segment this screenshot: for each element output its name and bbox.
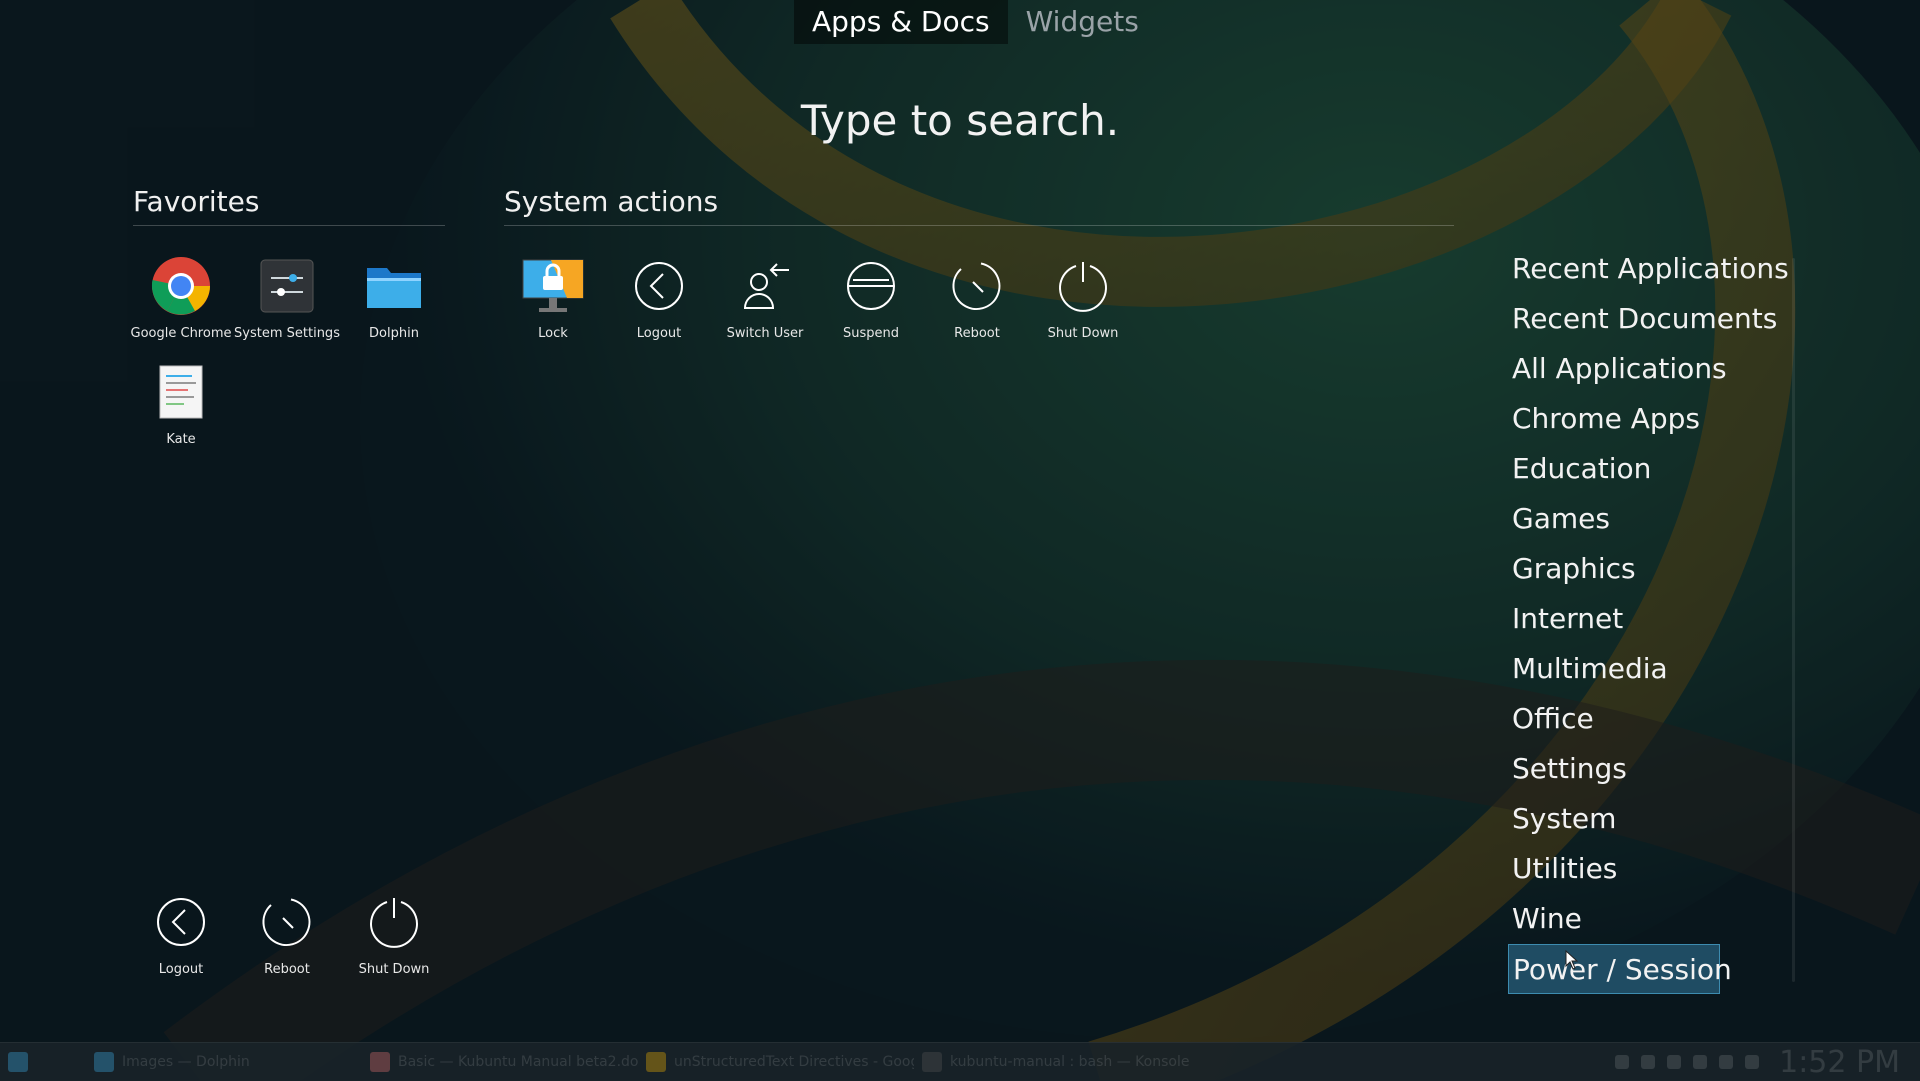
reboot-icon: [255, 890, 319, 954]
chrome-icon: [646, 1052, 666, 1072]
category-office[interactable]: Office: [1508, 694, 1748, 744]
battery-icon[interactable]: [1667, 1055, 1682, 1069]
settings-icon: [255, 254, 319, 318]
tab-widgets[interactable]: Widgets: [1008, 0, 1157, 44]
action-switch-user[interactable]: Switch User: [712, 254, 818, 341]
action-logout[interactable]: Logout: [606, 254, 712, 341]
action-reboot[interactable]: Reboot: [924, 254, 1030, 341]
bottom-shut-down-button[interactable]: Shut Down: [341, 890, 447, 977]
system-actions-divider: [504, 225, 1454, 226]
network-icon[interactable]: [1615, 1055, 1630, 1069]
category-wine[interactable]: Wine: [1508, 894, 1748, 944]
application-launcher-button[interactable]: [0, 1047, 86, 1077]
reboot-icon: [945, 254, 1009, 318]
bottom-action-label: Logout: [158, 962, 204, 977]
favorite-label: Kate: [166, 432, 196, 447]
power-icon: [362, 890, 426, 954]
action-lock[interactable]: Lock: [500, 254, 606, 341]
action-label: Suspend: [842, 326, 899, 341]
bottom-action-label: Shut Down: [358, 962, 430, 977]
action-label: Switch User: [726, 326, 804, 341]
category-power-session[interactable]: Power / Session: [1508, 944, 1732, 994]
category-multimedia[interactable]: Multimedia: [1508, 644, 1748, 694]
favorite-kate[interactable]: Kate: [128, 360, 234, 447]
folder-icon: [362, 254, 426, 318]
document-icon: [370, 1052, 390, 1072]
action-label: Lock: [538, 326, 568, 341]
action-label: Shut Down: [1047, 326, 1119, 341]
taskbar-window-dolphin[interactable]: Images — Dolphin: [86, 1047, 362, 1077]
taskbar-window-title: kubuntu-manual : bash — Konsole: [950, 1054, 1190, 1070]
clock[interactable]: 1:52 PM: [1779, 1045, 1900, 1080]
category-list: Recent Applications Recent Documents All…: [1508, 244, 1789, 994]
favorites-title: Favorites: [133, 185, 260, 218]
category-recent-applications[interactable]: Recent Applications: [1508, 244, 1789, 294]
system-tray: 1:52 PM: [1615, 1043, 1900, 1081]
category-settings[interactable]: Settings: [1508, 744, 1748, 794]
taskbar-window-writer[interactable]: Basic — Kubuntu Manual beta2.do: [362, 1047, 638, 1077]
action-shut-down[interactable]: Shut Down: [1030, 254, 1136, 341]
lock-screen-icon: [521, 254, 585, 318]
category-graphics[interactable]: Graphics: [1508, 544, 1748, 594]
favorite-system-settings[interactable]: System Settings: [234, 254, 340, 341]
favorite-label: Dolphin: [369, 326, 419, 341]
clipboard-icon[interactable]: [1693, 1055, 1708, 1069]
logout-icon: [149, 890, 213, 954]
mouse-cursor-icon: [1565, 949, 1579, 974]
taskbar-window-title: Basic — Kubuntu Manual beta2.do: [398, 1054, 638, 1070]
power-icon: [1051, 254, 1115, 318]
category-recent-documents[interactable]: Recent Documents: [1508, 294, 1777, 344]
action-label: Logout: [636, 326, 682, 341]
suspend-icon: [839, 254, 903, 318]
favorites-divider: [133, 225, 445, 226]
taskbar-window-title: unStructuredText Directives - Goog: [674, 1054, 914, 1070]
favorite-dolphin[interactable]: Dolphin: [341, 254, 447, 341]
action-label: Reboot: [954, 326, 1000, 341]
kde-launcher-icon: [8, 1052, 28, 1072]
folder-icon: [94, 1052, 114, 1072]
favorite-label: Google Chrome: [130, 326, 232, 341]
switch-user-icon: [733, 254, 797, 318]
volume-icon[interactable]: [1719, 1055, 1734, 1069]
category-games[interactable]: Games: [1508, 494, 1748, 544]
category-scrollbar[interactable]: [1792, 258, 1795, 982]
favorite-label: System Settings: [234, 326, 340, 341]
bottom-action-label: Reboot: [264, 962, 310, 977]
text-editor-icon: [149, 360, 213, 424]
taskbar-window-konsole[interactable]: kubuntu-manual : bash — Konsole: [914, 1047, 1190, 1077]
action-suspend[interactable]: Suspend: [818, 254, 924, 341]
taskbar-window-chrome[interactable]: unStructuredText Directives - Goog: [638, 1047, 914, 1077]
search-hint: Type to search.: [800, 96, 1120, 145]
category-chrome-apps[interactable]: Chrome Apps: [1508, 394, 1748, 444]
favorite-google-chrome[interactable]: Google Chrome: [128, 254, 234, 341]
chrome-icon: [149, 254, 213, 318]
system-actions-title: System actions: [504, 185, 719, 218]
tab-apps-docs[interactable]: Apps & Docs: [794, 0, 1008, 44]
logout-icon: [627, 254, 691, 318]
category-utilities[interactable]: Utilities: [1508, 844, 1748, 894]
category-education[interactable]: Education: [1508, 444, 1748, 494]
bluetooth-icon[interactable]: [1641, 1055, 1656, 1069]
taskbar: Images — Dolphin Basic — Kubuntu Manual …: [0, 1042, 1920, 1081]
bottom-reboot-button[interactable]: Reboot: [234, 890, 340, 977]
category-all-applications[interactable]: All Applications: [1508, 344, 1748, 394]
taskbar-window-title: Images — Dolphin: [122, 1054, 250, 1070]
terminal-icon: [922, 1052, 942, 1072]
launcher-tabs: Apps & Docs Widgets: [794, 0, 1157, 44]
chevron-up-icon[interactable]: [1745, 1055, 1760, 1069]
category-internet[interactable]: Internet: [1508, 594, 1748, 644]
category-system[interactable]: System: [1508, 794, 1748, 844]
bottom-logout-button[interactable]: Logout: [128, 890, 234, 977]
